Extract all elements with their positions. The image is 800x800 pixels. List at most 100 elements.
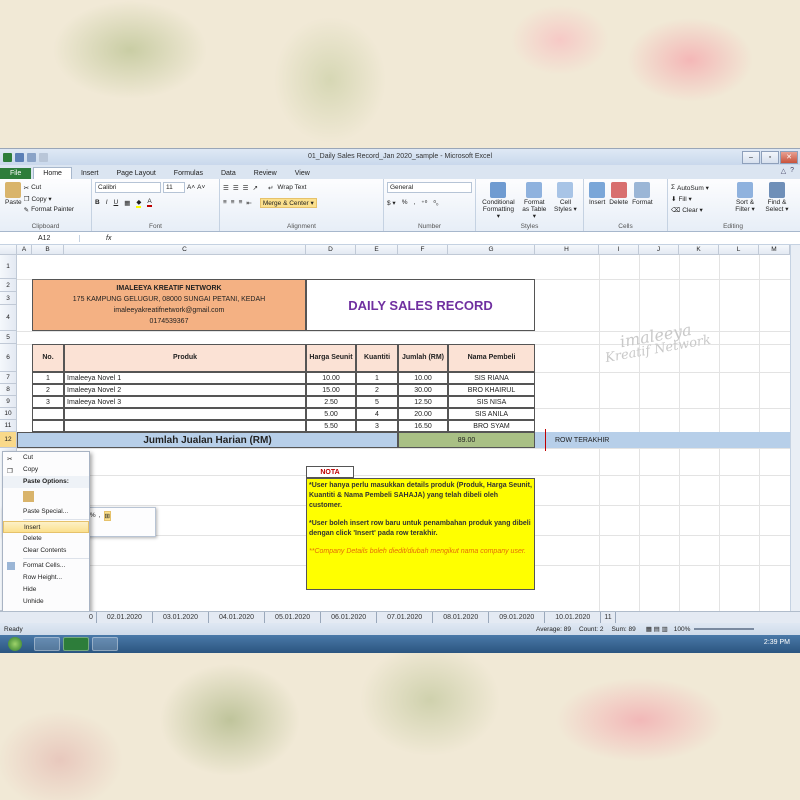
column-header[interactable]: F: [398, 245, 448, 255]
table-cell[interactable]: 10.00: [398, 372, 448, 384]
company-details[interactable]: IMALEEYA KREATIF NETWORK 175 KAMPUNG GEL…: [32, 279, 306, 331]
menu-copy[interactable]: ❐ Copy: [3, 464, 89, 476]
table-cell[interactable]: 3: [356, 420, 398, 432]
percent-icon[interactable]: %: [90, 512, 96, 519]
table-cell[interactable]: 10.00: [306, 372, 356, 384]
row-header[interactable]: 10: [0, 408, 17, 420]
align-middle-icon[interactable]: ☰: [233, 184, 239, 192]
name-box[interactable]: A12: [0, 234, 80, 242]
underline-button[interactable]: U: [114, 199, 119, 206]
bold-button[interactable]: B: [95, 199, 100, 206]
column-header[interactable]: C: [64, 245, 306, 255]
table-cell[interactable]: 3: [32, 396, 64, 408]
merge-icon[interactable]: ⊞: [103, 510, 111, 521]
explorer-taskbar-icon[interactable]: [34, 637, 60, 651]
tab-data[interactable]: Data: [212, 168, 245, 179]
wrap-text-button[interactable]: Wrap Text: [277, 184, 306, 191]
row-header[interactable]: 9: [0, 396, 17, 408]
zoom-slider[interactable]: [694, 628, 755, 630]
italic-button[interactable]: I: [106, 199, 108, 206]
tab-home[interactable]: Home: [33, 167, 72, 179]
row-header[interactable]: 11: [0, 420, 17, 432]
column-header[interactable]: M: [759, 245, 790, 255]
menu-insert[interactable]: Insert: [3, 521, 89, 533]
table-cell[interactable]: BRO KHAIRUL: [448, 384, 535, 396]
media-taskbar-icon[interactable]: [92, 637, 118, 651]
column-header[interactable]: D: [306, 245, 356, 255]
total-label[interactable]: Jumlah Jualan Harian (RM): [17, 432, 398, 448]
menu-format-cells[interactable]: Format Cells...: [3, 560, 89, 572]
ribbon-minimize-icon[interactable]: △: [781, 167, 786, 175]
tab-formulas[interactable]: Formulas: [165, 168, 212, 179]
menu-paste-icon-row[interactable]: [3, 488, 89, 506]
close-button[interactable]: ✕: [780, 151, 798, 164]
align-right-icon[interactable]: ≡: [239, 199, 243, 206]
table-cell[interactable]: 2: [32, 384, 64, 396]
table-cell[interactable]: 16.50: [398, 420, 448, 432]
autosum-button[interactable]: Σ AutoSum ▾: [671, 182, 729, 193]
page-view-icons[interactable]: ▦ ▤ ▥: [646, 625, 668, 633]
font-color-icon[interactable]: A: [147, 198, 152, 207]
column-header[interactable]: H: [535, 245, 599, 255]
column-header[interactable]: I: [599, 245, 639, 255]
menu-row-height[interactable]: Row Height...: [3, 572, 89, 584]
table-cell[interactable]: Imaleeya Novel 2: [64, 384, 306, 396]
row-header[interactable]: 1: [0, 255, 17, 279]
table-cell[interactable]: 5: [356, 396, 398, 408]
borders-icon[interactable]: ▦: [124, 199, 130, 207]
table-cell[interactable]: Imaleeya Novel 1: [64, 372, 306, 384]
nota-box[interactable]: *User hanya perlu masukkan details produ…: [306, 478, 535, 590]
comma-button[interactable]: ,: [413, 199, 415, 206]
shrink-font-icon[interactable]: A˅: [197, 184, 205, 191]
copy-button[interactable]: ❐ Copy ▾: [24, 193, 74, 204]
table-cell[interactable]: 2: [356, 384, 398, 396]
table-cell[interactable]: Imaleeya Novel 3: [64, 396, 306, 408]
help-icon[interactable]: ?: [790, 167, 794, 175]
table-cell[interactable]: [64, 408, 306, 420]
vertical-scrollbar[interactable]: [790, 245, 800, 611]
tab-insert[interactable]: Insert: [72, 168, 108, 179]
table-cell[interactable]: 4: [356, 408, 398, 420]
font-name-select[interactable]: Calibri: [95, 182, 161, 193]
report-title[interactable]: DAILY SALES RECORD: [306, 279, 535, 331]
table-cell[interactable]: BRO SYAM: [448, 420, 535, 432]
row-header[interactable]: 5: [0, 331, 17, 344]
paste-button[interactable]: Paste: [5, 182, 22, 215]
minimize-button[interactable]: –: [742, 151, 760, 164]
number-format-select[interactable]: General: [387, 182, 472, 193]
table-cell[interactable]: [32, 420, 64, 432]
percent-button[interactable]: %: [402, 199, 408, 206]
table-cell[interactable]: [64, 420, 306, 432]
grow-font-icon[interactable]: A˄: [187, 184, 195, 191]
nota-header[interactable]: NOTA: [306, 466, 354, 478]
table-cell[interactable]: 15.00: [306, 384, 356, 396]
table-cell[interactable]: 5.50: [306, 420, 356, 432]
currency-button[interactable]: $ ▾: [387, 199, 396, 207]
align-top-icon[interactable]: ☰: [223, 184, 229, 192]
tab-review[interactable]: Review: [245, 168, 286, 179]
menu-hide[interactable]: Hide: [3, 584, 89, 596]
header-no[interactable]: No.: [32, 344, 64, 372]
column-header[interactable]: K: [679, 245, 719, 255]
row-header[interactable]: 2: [0, 279, 17, 292]
font-size-select[interactable]: 11: [163, 182, 185, 193]
table-cell[interactable]: 1: [32, 372, 64, 384]
table-cell[interactable]: 1: [356, 372, 398, 384]
table-cell[interactable]: SIS NISA: [448, 396, 535, 408]
align-left-icon[interactable]: ≡: [223, 199, 227, 206]
format-painter-button[interactable]: ✎ Format Painter: [24, 204, 74, 215]
column-header[interactable]: E: [356, 245, 398, 255]
table-cell[interactable]: 12.50: [398, 396, 448, 408]
maximize-button[interactable]: ▫: [761, 151, 779, 164]
row-header-selected[interactable]: 12: [0, 432, 17, 448]
last-row-note[interactable]: ROW TERAKHIR: [535, 432, 790, 448]
column-header[interactable]: L: [719, 245, 759, 255]
indent-icon[interactable]: ⇤: [246, 199, 251, 207]
menu-cut[interactable]: ✂ Cut: [3, 452, 89, 464]
column-header[interactable]: J: [639, 245, 679, 255]
row-header[interactable]: 4: [0, 305, 17, 331]
menu-clear-contents[interactable]: Clear Contents: [3, 545, 89, 557]
row-header[interactable]: 6: [0, 344, 17, 372]
tab-file[interactable]: File: [0, 168, 32, 179]
row-header[interactable]: 7: [0, 372, 17, 384]
